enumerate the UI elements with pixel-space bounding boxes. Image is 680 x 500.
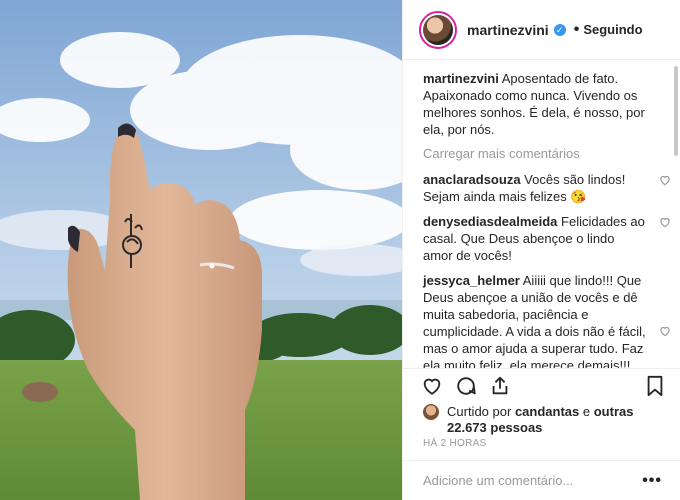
- comment-username[interactable]: anaclaradsouza: [423, 172, 521, 187]
- hand-ring-photo: [0, 0, 402, 500]
- add-comment-bar: Adicione um comentário... •••: [403, 460, 680, 500]
- instagram-post: martinezvini ✓ • Seguindo martinezvini A…: [0, 0, 680, 500]
- share-icon[interactable]: [489, 375, 511, 397]
- verified-badge-icon: ✓: [553, 23, 566, 36]
- separator-dot: •: [573, 20, 580, 38]
- add-comment-input[interactable]: Adicione um comentário...: [423, 473, 642, 488]
- comment-item: denysediasdealmeida Felicidades ao casal…: [423, 213, 670, 264]
- comment-username[interactable]: denysediasdealmeida: [423, 214, 557, 229]
- like-comment-heart-icon[interactable]: [658, 215, 672, 229]
- post-header: martinezvini ✓ • Seguindo: [403, 0, 680, 60]
- load-more-comments-link[interactable]: Carregar mais comentários: [423, 146, 660, 161]
- following-button[interactable]: Seguindo: [583, 22, 642, 37]
- likes-summary: Curtido por candantas e outras 22.673 pe…: [423, 404, 664, 436]
- caption: martinezvini Aposentado de fato. Apaixon…: [423, 70, 660, 138]
- comments-list[interactable]: martinezvini Aposentado de fato. Apaixon…: [403, 60, 680, 368]
- liked-by-user[interactable]: candantas: [515, 404, 579, 419]
- liked-by-prefix: Curtido por: [447, 404, 512, 419]
- comment-item: jessyca_helmer Aiiiii que lindo!!! Que D…: [423, 272, 670, 368]
- author-username[interactable]: martinezvini: [467, 22, 549, 38]
- action-bar: [403, 368, 680, 404]
- save-bookmark-icon[interactable]: [645, 375, 665, 397]
- caption-username[interactable]: martinezvini: [423, 71, 499, 86]
- liker-avatar[interactable]: [423, 404, 439, 420]
- comment-item: anaclaradsouza Vocês são lindos! Sejam a…: [423, 171, 670, 205]
- comment-username[interactable]: jessyca_helmer: [423, 273, 520, 288]
- post-side-panel: martinezvini ✓ • Seguindo martinezvini A…: [402, 0, 680, 500]
- post-photo[interactable]: [0, 0, 402, 500]
- comment-bubble-icon[interactable]: [455, 375, 477, 397]
- like-comment-heart-icon[interactable]: [658, 173, 672, 187]
- more-options-icon[interactable]: •••: [642, 472, 662, 490]
- like-comment-heart-icon[interactable]: [658, 324, 672, 338]
- comments-scrollbar[interactable]: [674, 66, 678, 156]
- post-timestamp[interactable]: HÁ 2 HORAS: [423, 438, 487, 449]
- author-avatar[interactable]: [419, 10, 457, 49]
- like-heart-icon[interactable]: [421, 375, 443, 397]
- liked-by-conjunction: e: [582, 404, 591, 419]
